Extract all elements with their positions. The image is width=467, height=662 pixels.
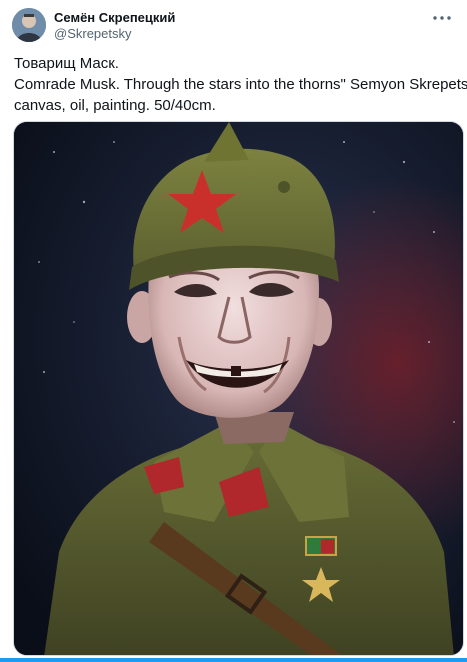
more-options-button[interactable] [429,8,455,28]
bottom-accent-bar [0,658,467,662]
author-avatar[interactable] [12,8,46,42]
tweet-text-line: canvas, oil, painting. 50/40cm. [14,97,216,114]
author-handle[interactable]: @Skrepetsky [54,26,132,41]
tweet-media-image[interactable] [13,121,464,656]
tweet-text: Товарищ Маск. Comrade Musk. Through the … [14,53,467,116]
painting-image [14,122,463,655]
tweet-text-line: Comrade Musk. Through the stars into the… [14,76,467,93]
tweet: Семён Скрепецкий @Skrepetsky Товарищ Мас… [0,0,467,662]
avatar-portrait-icon [12,8,46,42]
tweet-text-line: Товарищ Маск. [14,55,119,72]
author-display-name[interactable]: Семён Скрепецкий [54,10,175,25]
more-options-icon [433,16,451,20]
